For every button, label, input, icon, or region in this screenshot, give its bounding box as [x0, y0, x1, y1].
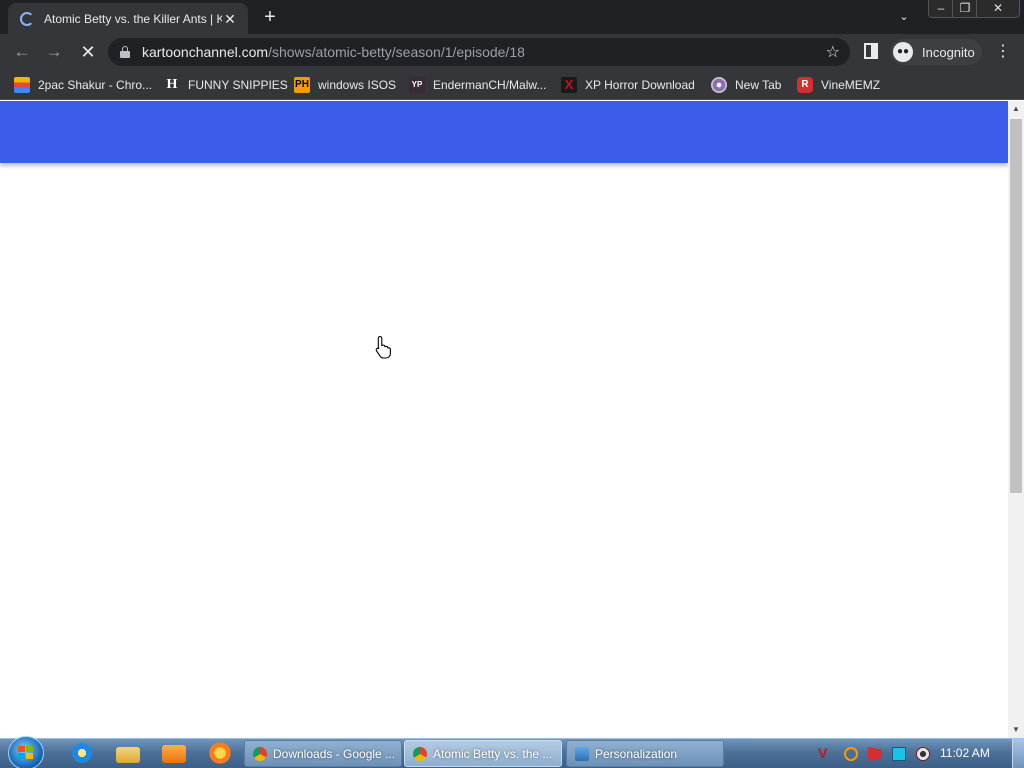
- address-bar[interactable]: kartoonchannel.com/shows/atomic-betty/se…: [108, 38, 850, 66]
- page-viewport: [0, 101, 1008, 738]
- scroll-down-icon[interactable]: ▼: [1008, 724, 1024, 736]
- new-tab-button[interactable]: +: [258, 6, 282, 28]
- taskbar-item-label: Personalization: [595, 746, 678, 761]
- maximize-button[interactable]: ❐: [952, 0, 978, 18]
- url-host: kartoonchannel.com: [142, 44, 269, 60]
- incognito-badge[interactable]: ●● Incognito: [890, 39, 982, 65]
- tab-strip: Atomic Betty vs. the Killer Ants | Kar ✕…: [0, 0, 1024, 34]
- start-button[interactable]: [8, 736, 44, 768]
- side-panel-icon[interactable]: [864, 43, 878, 59]
- lock-icon[interactable]: [120, 46, 130, 58]
- stop-loading-button[interactable]: ✕: [76, 40, 100, 64]
- tab-title: Atomic Betty vs. the Killer Ants | Kar: [44, 11, 222, 26]
- bookmark-label: FUNNY SNIPPIES: [188, 78, 288, 92]
- url-path: /shows/atomic-betty/season/1/episode/18: [268, 44, 525, 60]
- bookmark-item[interactable]: X XP Horror Download: [561, 76, 695, 94]
- photo-icon: [14, 77, 30, 93]
- taskbar-item-personalization[interactable]: Personalization: [566, 740, 724, 767]
- app-pinned-icon[interactable]: [208, 742, 232, 764]
- site-header-bar: [0, 101, 1008, 163]
- bookmark-label: VineMEMZ: [821, 78, 881, 92]
- bookmark-label: windows ISOS: [318, 78, 397, 92]
- yp-logo-icon: YP: [409, 77, 425, 93]
- h-logo-icon: H: [164, 77, 180, 93]
- browser-toolbar: ← → ✕ kartoonchannel.com/shows/atomic-be…: [0, 34, 1024, 70]
- url-text[interactable]: kartoonchannel.com/shows/atomic-betty/se…: [142, 44, 826, 60]
- globe-icon: [711, 77, 727, 93]
- bookmark-item[interactable]: H FUNNY SNIPPIES: [164, 76, 288, 94]
- tab-search-icon[interactable]: ⌄: [894, 8, 914, 26]
- x-logo-icon: X: [561, 77, 577, 93]
- r-logo-icon: R: [797, 77, 813, 93]
- bookmark-label: EndermanCH/Malw...: [433, 78, 547, 92]
- volume-tray-icon[interactable]: [916, 747, 930, 761]
- browser-menu-button[interactable]: ⋮: [994, 40, 1012, 64]
- bookmark-label: New Tab: [735, 78, 782, 92]
- taskbar-item-downloads[interactable]: Downloads - Google ...: [244, 740, 402, 767]
- chrome-icon: [413, 746, 427, 761]
- antivirus-tray-icon[interactable]: V: [818, 745, 832, 761]
- bookmark-label: 2pac Shakur - Chro...: [38, 78, 153, 92]
- incognito-label: Incognito: [922, 44, 975, 60]
- scroll-up-icon[interactable]: ▲: [1008, 103, 1024, 115]
- personalization-icon: [575, 746, 589, 761]
- bookmark-item[interactable]: YP EndermanCH/Malw...: [409, 76, 546, 94]
- media-player-icon[interactable]: [162, 745, 186, 763]
- tab-close-icon[interactable]: ✕: [222, 11, 238, 27]
- file-explorer-icon[interactable]: [116, 747, 140, 763]
- scroll-thumb[interactable]: [1010, 119, 1022, 493]
- page-scrollbar[interactable]: ▲ ▼: [1008, 101, 1024, 738]
- taskbar-item-atomic-betty[interactable]: Atomic Betty vs. the ...: [404, 740, 562, 767]
- hand-cursor-icon: [375, 335, 391, 359]
- bookmark-label: XP Horror Download: [585, 78, 695, 92]
- network-tray-icon[interactable]: [892, 747, 906, 761]
- bookmarks-bar: 2pac Shakur - Chro... H FUNNY SNIPPIES P…: [0, 70, 1024, 100]
- bookmark-item[interactable]: R VineMEMZ: [797, 76, 880, 94]
- taskbar-item-label: Downloads - Google ...: [273, 746, 396, 761]
- incognito-icon: ●●: [893, 42, 913, 62]
- ph-logo-icon: PH: [294, 77, 310, 93]
- bookmark-item[interactable]: PH windows ISOS: [294, 76, 396, 94]
- close-window-button[interactable]: ✕: [976, 0, 1020, 18]
- bookmark-star-icon[interactable]: ☆: [826, 42, 840, 62]
- bookmark-item[interactable]: New Tab: [711, 76, 781, 94]
- flag-tray-icon[interactable]: [868, 747, 882, 761]
- search-tray-icon[interactable]: [844, 747, 858, 761]
- windows-taskbar: Downloads - Google ... Atomic Betty vs. …: [0, 736, 1024, 768]
- chrome-icon: [253, 746, 267, 761]
- bookmark-item[interactable]: 2pac Shakur - Chro...: [14, 76, 152, 94]
- forward-button[interactable]: →: [42, 40, 66, 64]
- back-button[interactable]: ←: [10, 40, 34, 64]
- minimize-button[interactable]: –: [928, 0, 954, 18]
- windows-logo-icon: [18, 746, 34, 760]
- internet-explorer-icon[interactable]: [70, 742, 94, 764]
- loading-spinner-icon: [20, 11, 34, 26]
- browser-tab[interactable]: Atomic Betty vs. the Killer Ants | Kar ✕: [8, 3, 248, 34]
- taskbar-item-label: Atomic Betty vs. the ...: [433, 746, 553, 761]
- show-desktop-button[interactable]: [1012, 739, 1024, 768]
- taskbar-clock[interactable]: 11:02 AM: [940, 746, 990, 760]
